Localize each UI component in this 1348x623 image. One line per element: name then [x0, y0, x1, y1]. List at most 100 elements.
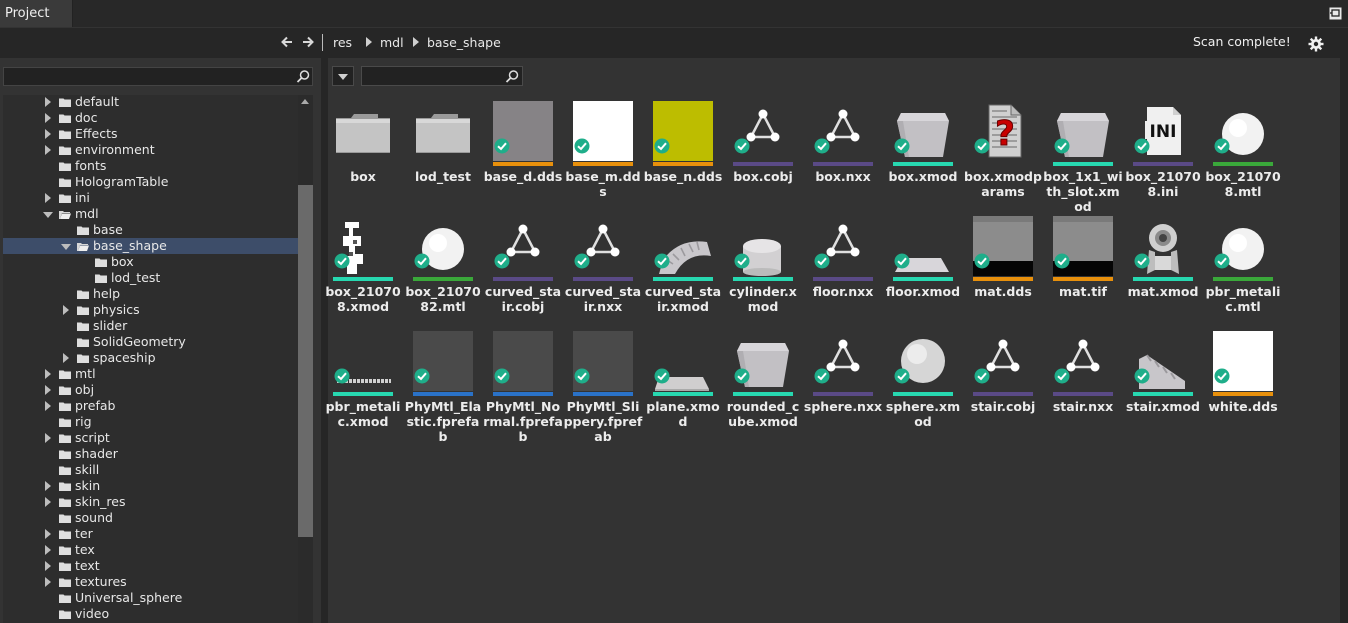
breadcrumb-mdl[interactable]: mdl	[380, 35, 404, 50]
breadcrumb-res[interactable]: res	[333, 35, 352, 50]
asset-tile[interactable]: white.dds	[1203, 331, 1283, 443]
asset-tile[interactable]: mat.dds	[963, 216, 1043, 328]
asset-tile[interactable]: PhyMtl_Elastic.fprefab	[403, 331, 483, 444]
asset-tile[interactable]: stair.xmod	[1123, 331, 1203, 443]
tree-item-physics[interactable]: physics	[3, 302, 298, 318]
expand-arrow-right-icon[interactable]	[45, 145, 51, 155]
asset-tile[interactable]: box	[323, 101, 403, 213]
tree-item-lod-test[interactable]: lod_test	[3, 270, 298, 286]
tree-item-box[interactable]: box	[3, 254, 298, 270]
asset-tile[interactable]: box.cobj	[723, 101, 803, 213]
tree-item-skin[interactable]: skin	[3, 478, 298, 494]
expand-arrow-right-icon[interactable]	[45, 129, 51, 139]
asset-tile[interactable]: pbr_metalic.mtl	[1203, 216, 1283, 328]
tree-item-spaceship[interactable]: spaceship	[3, 350, 298, 366]
expand-arrow-down-icon[interactable]	[61, 244, 71, 250]
asset-tile[interactable]: curved_stair.xmod	[643, 216, 723, 328]
tab-project[interactable]: Project	[0, 0, 73, 27]
expand-arrow-right-icon[interactable]	[45, 561, 51, 571]
tree-item-mdl[interactable]: mdl	[3, 206, 298, 222]
tree-item-obj[interactable]: obj	[3, 382, 298, 398]
tree-item-skill[interactable]: skill	[3, 462, 298, 478]
asset-tile[interactable]: base_d.dds	[483, 101, 563, 213]
asset-tile[interactable]: floor.nxx	[803, 216, 883, 328]
asset-tile[interactable]: PhyMtl_Slippery.fprefab	[563, 331, 643, 444]
tree-item-hologramtable[interactable]: HologramTable	[3, 174, 298, 190]
expand-arrow-right-icon[interactable]	[63, 353, 69, 363]
gear-icon[interactable]	[1308, 36, 1324, 52]
asset-tile[interactable]: base_n.dds	[643, 101, 723, 213]
asset-tile[interactable]: box.xmod	[883, 101, 963, 213]
asset-tile[interactable]: pbr_metalic.xmod	[323, 331, 403, 443]
tree-item-textures[interactable]: textures	[3, 574, 298, 590]
scroll-up-arrow-icon[interactable]	[301, 99, 309, 104]
asset-tile[interactable]: INI box_210708.ini	[1123, 101, 1203, 213]
asset-tile[interactable]: cylinder.xmod	[723, 216, 803, 328]
expand-arrow-right-icon[interactable]	[45, 369, 51, 379]
tree-item-default[interactable]: default	[3, 95, 298, 110]
asset-tile[interactable]: stair.nxx	[1043, 331, 1123, 443]
tree-item-doc[interactable]: doc	[3, 110, 298, 126]
tree-item-fonts[interactable]: fonts	[3, 158, 298, 174]
tree-search-input[interactable]	[4, 68, 294, 85]
forward-arrow-icon[interactable]	[300, 34, 316, 50]
asset-tile[interactable]: sphere.nxx	[803, 331, 883, 443]
tree-item-prefab[interactable]: prefab	[3, 398, 298, 414]
tree-item-universal-sphere[interactable]: Universal_sphere	[3, 590, 298, 606]
tree-item-rig[interactable]: rig	[3, 414, 298, 430]
asset-tile[interactable]: curved_stair.cobj	[483, 216, 563, 328]
asset-tile[interactable]: sphere.xmod	[883, 331, 963, 443]
tree-item-skin-res[interactable]: skin_res	[3, 494, 298, 510]
asset-tile[interactable]: curved_stair.nxx	[563, 216, 643, 328]
asset-tile[interactable]: floor.xmod	[883, 216, 963, 328]
tree-item-environment[interactable]: environment	[3, 142, 298, 158]
expand-arrow-right-icon[interactable]	[45, 481, 51, 491]
tree-item-solidgeometry[interactable]: SolidGeometry	[3, 334, 298, 350]
expand-arrow-right-icon[interactable]	[45, 97, 51, 107]
search-icon[interactable]	[296, 69, 311, 84]
expand-arrow-right-icon[interactable]	[45, 529, 51, 539]
asset-tile[interactable]: lod_test	[403, 101, 483, 213]
expand-arrow-right-icon[interactable]	[45, 401, 51, 411]
tree-item-shader[interactable]: shader	[3, 446, 298, 462]
asset-tile[interactable]: rounded_cube.xmod	[723, 331, 803, 443]
asset-tile[interactable]: box_1x1_with_slot.xmod	[1043, 101, 1123, 214]
expand-arrow-right-icon[interactable]	[45, 497, 51, 507]
asset-tile[interactable]: box_210708.mtl	[1203, 101, 1283, 213]
asset-tile[interactable]: mat.xmod	[1123, 216, 1203, 328]
asset-tile[interactable]: ? box.xmodparams	[963, 101, 1043, 213]
breadcrumb-base-shape[interactable]: base_shape	[427, 35, 501, 50]
asset-tile[interactable]: box_2107082.mtl	[403, 216, 483, 328]
tree-item-ter[interactable]: ter	[3, 526, 298, 542]
tree-item-tex[interactable]: tex	[3, 542, 298, 558]
asset-tile[interactable]: box_210708.xmod	[323, 216, 403, 328]
tree-item-mtl[interactable]: mtl	[3, 366, 298, 382]
tree-item-script[interactable]: script	[3, 430, 298, 446]
asset-tile[interactable]: mat.tif	[1043, 216, 1123, 328]
tree-item-slider[interactable]: slider	[3, 318, 298, 334]
expand-arrow-right-icon[interactable]	[63, 305, 69, 315]
tree-item-sound[interactable]: sound	[3, 510, 298, 526]
asset-tile[interactable]: PhyMtl_Normal.fprefab	[483, 331, 563, 444]
expand-arrow-down-icon[interactable]	[43, 212, 53, 218]
tree-item-base-shape[interactable]: base_shape	[3, 238, 298, 254]
tree-item-ini[interactable]: ini	[3, 190, 298, 206]
expand-arrow-right-icon[interactable]	[45, 577, 51, 587]
dock-pin-icon[interactable]	[1329, 7, 1342, 20]
tree-item-effects[interactable]: Effects	[3, 126, 298, 142]
tree-item-help[interactable]: help	[3, 286, 298, 302]
back-arrow-icon[interactable]	[279, 34, 295, 50]
asset-tile[interactable]: plane.xmod	[643, 331, 723, 443]
expand-arrow-right-icon[interactable]	[45, 193, 51, 203]
asset-tile[interactable]: box.nxx	[803, 101, 883, 213]
expand-arrow-right-icon[interactable]	[45, 545, 51, 555]
tree-scrollbar-thumb[interactable]	[298, 185, 313, 537]
asset-tile[interactable]: base_m.dds	[563, 101, 643, 213]
tree-item-video[interactable]: video	[3, 606, 298, 622]
asset-tile[interactable]: stair.cobj	[963, 331, 1043, 443]
expand-arrow-right-icon[interactable]	[45, 385, 51, 395]
tree-item-text[interactable]: text	[3, 558, 298, 574]
tree-item-base[interactable]: base	[3, 222, 298, 238]
expand-arrow-right-icon[interactable]	[45, 113, 51, 123]
expand-arrow-right-icon[interactable]	[45, 433, 51, 443]
